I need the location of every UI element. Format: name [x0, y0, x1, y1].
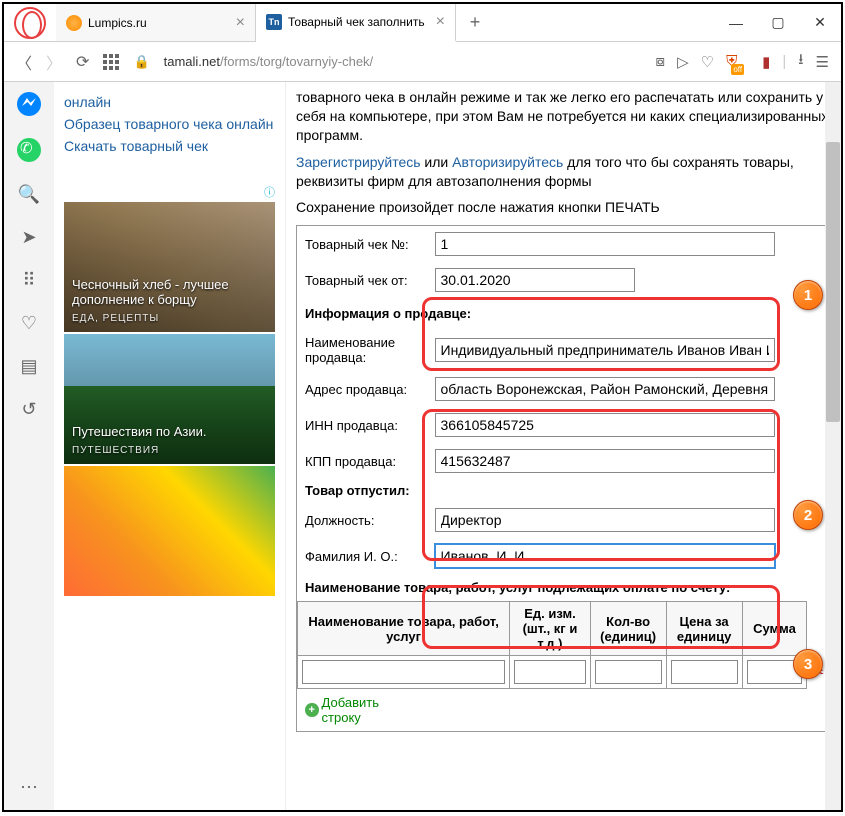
close-tab-icon[interactable]: × — [236, 14, 245, 32]
more-icon[interactable]: ⋯ — [20, 777, 38, 798]
col-name: Наименование товара, работ, услуг — [298, 602, 510, 656]
check-no-label: Товарный чек №: — [297, 226, 427, 263]
check-date-input[interactable] — [435, 268, 635, 292]
position-label: Должность: — [297, 502, 427, 538]
divider: | — [782, 53, 786, 70]
tab-lumpics[interactable]: Lumpics.ru × — [56, 4, 256, 41]
heart-icon[interactable]: ♡ — [701, 53, 714, 71]
intro-text: товарного чека в онлайн режиме и так же … — [296, 88, 831, 145]
item-qty-input[interactable] — [595, 660, 662, 684]
fio-label: Фамилия И. О.: — [297, 538, 427, 574]
ad-title: Чесночный хлеб - лучшее дополнение к бор… — [72, 277, 267, 307]
inn-input[interactable] — [435, 413, 775, 437]
grid-icon[interactable]: ⠿ — [22, 270, 35, 291]
ad-card[interactable] — [64, 466, 275, 596]
whatsapp-icon[interactable] — [17, 138, 41, 162]
ad-category: ЕДА, РЕЦЕПТЫ — [72, 313, 267, 324]
item-name-input[interactable] — [302, 660, 505, 684]
plus-icon: + — [305, 703, 319, 717]
item-unit-input[interactable] — [514, 660, 585, 684]
login-link[interactable]: Авторизируйтесь — [452, 154, 563, 170]
item-price-input[interactable] — [671, 660, 738, 684]
page-sidebar: онлайн Образец товарного чека онлайн Ска… — [54, 82, 286, 810]
sidebar-link[interactable]: Образец товарного чека онлайн — [64, 116, 275, 132]
tab-title: Товарный чек заполнить — [288, 15, 425, 29]
ad-category: ПУТЕШЕСТВИЯ — [72, 445, 267, 456]
check-form-table: Товарный чек №: Товарный чек от: Информа… — [296, 225, 831, 732]
minimize-button[interactable]: — — [715, 7, 757, 39]
new-tab-button[interactable]: + — [456, 4, 494, 41]
close-button[interactable]: ✕ — [799, 7, 841, 39]
save-note: Сохранение произойдет после нажатия кноп… — [296, 198, 831, 217]
heart-rail-icon[interactable]: ♡ — [21, 313, 37, 334]
col-qty: Кол-во (единиц) — [590, 602, 666, 656]
favicon-icon — [66, 15, 82, 31]
close-tab-icon[interactable]: × — [436, 13, 445, 31]
ad-card[interactable]: Путешествия по Азии. ПУТЕШЕСТВИЯ — [64, 334, 275, 464]
window-titlebar: Lumpics.ru × Tn Товарный чек заполнить ×… — [4, 4, 841, 42]
scrollbar-thumb[interactable] — [826, 142, 840, 422]
col-unit: Ед. изм. (шт., кг и т.д.) — [510, 602, 590, 656]
menu-icon[interactable]: ☰ — [816, 53, 829, 71]
url-field[interactable]: tamali.net/forms/torg/tovarnyiy-chek/ — [164, 54, 642, 69]
back-button[interactable]: 〈 — [16, 50, 32, 74]
lock-icon[interactable]: 🔒 — [133, 54, 149, 70]
scrollbar[interactable] — [825, 82, 841, 810]
tab-title: Lumpics.ru — [88, 16, 147, 30]
check-date-label: Товарный чек от: — [297, 262, 427, 298]
url-path: /forms/torg/tovarnyiy-chek/ — [220, 54, 373, 69]
inn-label: ИНН продавца: — [297, 407, 427, 443]
items-header: Наименование товара, работ, услуг подлеж… — [297, 574, 831, 601]
speed-dial-icon[interactable] — [103, 54, 119, 70]
blocker-icon[interactable]: ⛨off — [726, 53, 750, 70]
address-bar: 〈 〉 ⟳ 🔒 tamali.net/forms/torg/tovarnyiy-… — [4, 42, 841, 82]
extension-icon[interactable]: ▮ — [762, 53, 770, 71]
col-price: Цена за единицу — [666, 602, 742, 656]
kpp-input[interactable] — [435, 449, 775, 473]
table-row: ✂ — [298, 656, 830, 689]
items-table: Наименование товара, работ, услуг Ед. из… — [297, 601, 830, 689]
download-icon[interactable]: ⭳ — [798, 49, 803, 74]
search-icon[interactable]: 🔍 — [18, 184, 40, 205]
ad-card[interactable]: Чесночный хлеб - лучшее дополнение к бор… — [64, 202, 275, 332]
history-icon[interactable]: ↺ — [21, 399, 36, 420]
vpn-icon[interactable]: ▷ — [677, 53, 689, 71]
sidebar-link[interactable]: онлайн — [64, 94, 275, 110]
camera-icon[interactable]: ⧇ — [656, 53, 666, 70]
released-section-header: Товар отпустил: — [297, 479, 831, 502]
register-link[interactable]: Зарегистрируйтесь — [296, 154, 421, 170]
news-icon[interactable]: ▤ — [20, 356, 37, 377]
check-no-input[interactable] — [435, 232, 775, 256]
window-controls: — ▢ ✕ — [715, 7, 841, 39]
col-sum: Сумма — [742, 602, 807, 656]
favicon-icon: Tn — [266, 14, 282, 30]
seller-name-label: Наименование продавца: — [297, 329, 427, 371]
maximize-button[interactable]: ▢ — [757, 7, 799, 39]
left-rail: 🔍 ➤ ⠿ ♡ ▤ ↺ ⋯ — [4, 82, 54, 810]
tab-strip: Lumpics.ru × Tn Товарный чек заполнить ×… — [56, 4, 715, 41]
annotation-badge: 2 — [793, 500, 823, 530]
position-input[interactable] — [435, 508, 775, 532]
add-row-button[interactable]: +Добавить строку — [297, 689, 427, 731]
send-icon[interactable]: ➤ — [21, 227, 36, 248]
url-host: tamali.net — [164, 54, 220, 69]
page-content: товарного чека в онлайн режиме и так же … — [286, 82, 841, 810]
reload-button[interactable]: ⟳ — [76, 52, 89, 72]
ad-title: Путешествия по Азии. — [72, 424, 267, 439]
fio-input[interactable] — [435, 544, 775, 568]
seller-addr-input[interactable] — [435, 377, 775, 401]
seller-addr-label: Адрес продавца: — [297, 371, 427, 407]
register-prompt: Зарегистрируйтесь или Авторизируйтесь дл… — [296, 153, 831, 191]
kpp-label: КПП продавца: — [297, 443, 427, 479]
seller-name-input[interactable] — [435, 338, 775, 362]
ad-marker[interactable] — [64, 184, 275, 200]
seller-section-header: Информация о продавце: — [297, 298, 831, 329]
forward-button[interactable]: 〉 — [46, 50, 62, 74]
annotation-badge: 1 — [793, 280, 823, 310]
opera-logo-icon[interactable] — [14, 7, 46, 39]
annotation-badge: 3 — [793, 649, 823, 679]
sidebar-link[interactable]: Скачать товарный чек — [64, 138, 275, 154]
messenger-icon[interactable] — [17, 92, 41, 116]
tab-tovarnyy-chek[interactable]: Tn Товарный чек заполнить × — [256, 4, 456, 42]
